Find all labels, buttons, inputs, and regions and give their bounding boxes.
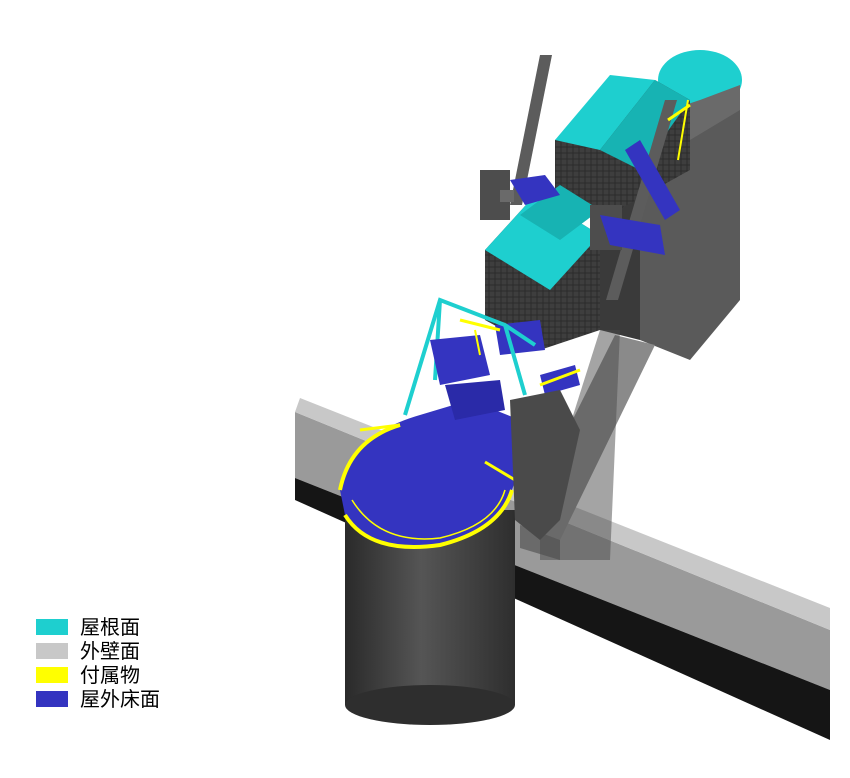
legend-item-outdoor-floor: 屋外床面 [36,687,160,711]
legend-swatch-wall [36,643,68,659]
legend-item-roof: 屋根面 [36,615,160,639]
legend-label-roof: 屋根面 [80,615,140,639]
legend-item-accessory: 付属物 [36,663,160,687]
legend-label-accessory: 付属物 [80,663,140,687]
legend-label-wall: 外壁面 [80,639,140,663]
legend-item-wall: 外壁面 [36,639,160,663]
legend: 屋根面 外壁面 付属物 屋外床面 [36,615,160,711]
legend-swatch-outdoor-floor [36,691,68,707]
legend-swatch-roof [36,619,68,635]
legend-label-outdoor-floor: 屋外床面 [80,687,160,711]
legend-swatch-accessory [36,667,68,683]
